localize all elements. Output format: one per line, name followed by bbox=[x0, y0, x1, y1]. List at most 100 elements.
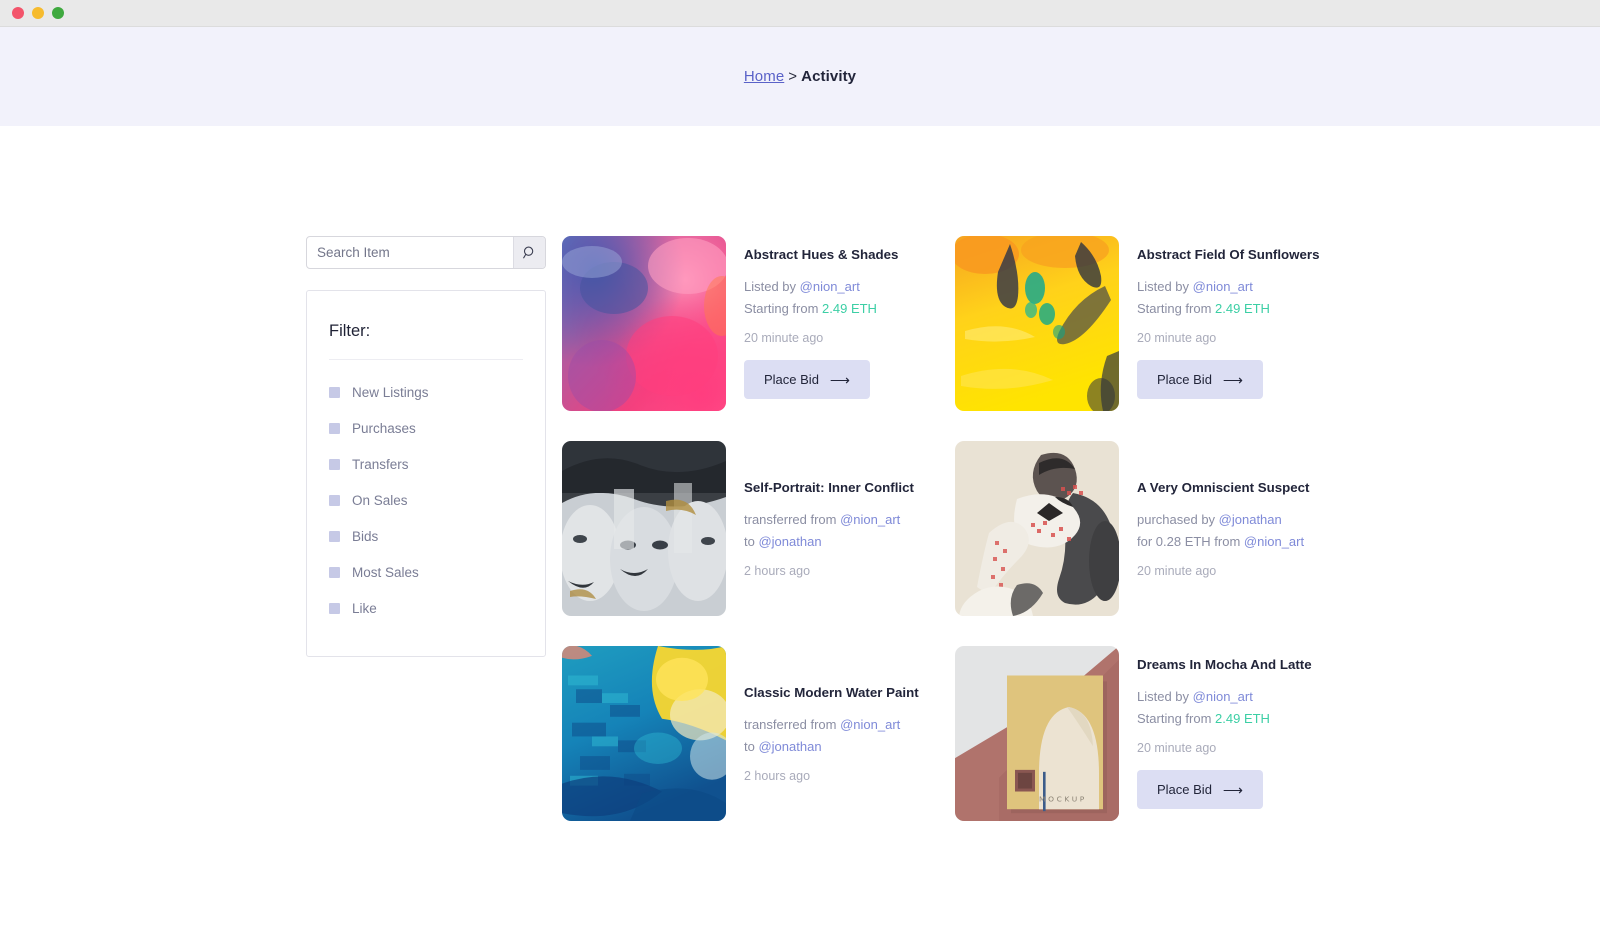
arrow-right-icon: ⟶ bbox=[1222, 781, 1243, 798]
activity-timestamp: 20 minute ago bbox=[1137, 741, 1217, 755]
activity-card-self-portrait-inner-conflict[interactable]: Self-Portrait: Inner Conflict transferre… bbox=[562, 441, 920, 616]
artwork-thumbnail-deco-dancer[interactable] bbox=[955, 441, 1119, 616]
place-bid-button[interactable]: Place Bid ⟶ bbox=[1137, 770, 1263, 809]
activity-card-price-line: Starting from 2.49 ETH bbox=[744, 301, 920, 316]
filter-item-label: Bids bbox=[352, 528, 379, 544]
filter-item-purchases[interactable]: Purchases bbox=[329, 410, 523, 446]
activity-card-price-line: Starting from 2.49 ETH bbox=[1137, 301, 1313, 316]
activity-card-listing-line: Listed by @nion_art bbox=[1137, 689, 1313, 704]
activity-card-body: Classic Modern Water Paint transferred f… bbox=[744, 685, 920, 783]
breadcrumb-home-link[interactable]: Home bbox=[744, 68, 784, 85]
filter-item-label: Purchases bbox=[352, 420, 416, 436]
activity-line-prefix: Starting from bbox=[744, 301, 823, 316]
checkbox-icon[interactable] bbox=[329, 494, 340, 506]
activity-timestamp: 20 minute ago bbox=[1137, 563, 1217, 578]
activity-card-title: Dreams In Mocha And Latte bbox=[1137, 657, 1312, 672]
arrow-right-icon: ⟶ bbox=[1222, 371, 1243, 388]
activity-card-price-line: Starting from 2.49 ETH bbox=[1137, 711, 1313, 726]
artwork-thumbnail-abstract-pink[interactable] bbox=[562, 236, 726, 411]
activity-line-prefix: for 0.28 ETH from bbox=[1137, 533, 1244, 549]
activity-card-title: Abstract Hues & Shades bbox=[744, 247, 899, 262]
activity-user-handle[interactable]: @nion_art bbox=[1193, 279, 1253, 294]
activity-card-a-very-omniscient-suspect[interactable]: A Very Omniscient Suspect purchased by @… bbox=[955, 441, 1313, 616]
checkbox-icon[interactable] bbox=[329, 422, 340, 434]
activity-card-title: A Very Omniscient Suspect bbox=[1137, 479, 1310, 495]
activity-timestamp: 20 minute ago bbox=[1137, 331, 1217, 345]
filter-item-bids[interactable]: Bids bbox=[329, 518, 523, 554]
filter-item-new-listings[interactable]: New Listings bbox=[329, 374, 523, 410]
filter-panel: Filter: New Listings Purchases Transfers bbox=[306, 290, 546, 657]
activity-timestamp: 2 hours ago bbox=[744, 563, 811, 578]
activity-row: Abstract Hues & Shades Listed by @nion_a… bbox=[562, 236, 1320, 411]
activity-card-classic-modern-water-paint[interactable]: Classic Modern Water Paint transferred f… bbox=[562, 646, 920, 821]
activity-row: Self-Portrait: Inner Conflict transferre… bbox=[562, 441, 1313, 616]
activity-user-handle[interactable]: @nion_art bbox=[840, 512, 900, 527]
activity-card-abstract-field-of-sunflowers[interactable]: Abstract Field Of Sunflowers Listed by @… bbox=[955, 236, 1320, 411]
activity-price-value: 2.49 ETH bbox=[1215, 301, 1270, 316]
filter-item-label: Transfers bbox=[352, 456, 409, 472]
breadcrumb-current: Activity bbox=[801, 68, 857, 85]
activity-line-prefix: to bbox=[744, 738, 759, 754]
activity-line-prefix: Listed by bbox=[744, 279, 800, 294]
arrow-right-icon: ⟶ bbox=[829, 371, 850, 388]
filter-item-most-sales[interactable]: Most Sales bbox=[329, 554, 523, 590]
activity-card-listing-line: Listed by @nion_art bbox=[744, 279, 920, 294]
artwork-thumbnail-mockup-poster[interactable]: MOCKUP bbox=[955, 646, 1119, 821]
activity-card-dreams-in-mocha-and-latte[interactable]: MOCKUP Dreams In Mocha And Latte Listed … bbox=[955, 646, 1313, 821]
activity-user-handle[interactable]: @nion_art bbox=[1193, 689, 1253, 704]
page-body: Filter: New Listings Purchases Transfers bbox=[0, 126, 1600, 927]
window-minimize-button[interactable] bbox=[32, 7, 44, 19]
checkbox-icon[interactable] bbox=[329, 530, 340, 542]
activity-card-transfer-from-line: transferred from @nion_art bbox=[744, 512, 920, 527]
filter-item-label: Most Sales bbox=[352, 564, 419, 580]
activity-line-prefix: purchased by bbox=[1137, 511, 1219, 527]
filter-item-on-sales[interactable]: On Sales bbox=[329, 482, 523, 518]
activity-line-prefix: Starting from bbox=[1137, 711, 1216, 726]
filter-item-transfers[interactable]: Transfers bbox=[329, 446, 523, 482]
filter-item-label: Like bbox=[352, 600, 377, 616]
activity-price-value: 2.49 ETH bbox=[1215, 711, 1270, 726]
search-submit-button[interactable] bbox=[513, 237, 545, 268]
place-bid-label: Place Bid bbox=[1157, 782, 1212, 797]
activity-user-handle[interactable]: @nion_art bbox=[1244, 534, 1304, 549]
search-bar bbox=[306, 236, 546, 269]
search-icon bbox=[523, 246, 536, 259]
activity-user-handle[interactable]: @jonathan bbox=[1219, 512, 1282, 527]
window-close-button[interactable] bbox=[12, 7, 24, 19]
activity-card-title: Self-Portrait: Inner Conflict bbox=[744, 479, 914, 495]
search-input[interactable] bbox=[307, 237, 513, 268]
activity-card-body: Self-Portrait: Inner Conflict transferre… bbox=[744, 480, 920, 578]
place-bid-label: Place Bid bbox=[764, 372, 819, 387]
activity-card-transfer-to-line: to @jonathan bbox=[744, 739, 920, 754]
filter-item-label: New Listings bbox=[352, 384, 429, 400]
activity-user-handle[interactable]: @jonathan bbox=[758, 534, 821, 549]
activity-card-transfer-to-line: to @jonathan bbox=[744, 534, 920, 549]
artwork-thumbnail-mono-faces[interactable] bbox=[562, 441, 726, 616]
activity-card-body: Dreams In Mocha And Latte Listed by @nio… bbox=[1137, 646, 1313, 809]
activity-user-handle[interactable]: @nion_art bbox=[800, 279, 860, 294]
filter-item-label: On Sales bbox=[352, 492, 408, 508]
place-bid-button[interactable]: Place Bid ⟶ bbox=[744, 360, 870, 399]
mockup-poster-text: MOCKUP bbox=[1039, 794, 1087, 803]
place-bid-button[interactable]: Place Bid ⟶ bbox=[1137, 360, 1263, 399]
activity-card-purchase-line: purchased by @jonathan bbox=[1137, 512, 1313, 527]
checkbox-icon[interactable] bbox=[329, 458, 340, 470]
activity-user-handle[interactable]: @jonathan bbox=[758, 739, 821, 754]
activity-card-body: Abstract Hues & Shades Listed by @nion_a… bbox=[744, 236, 920, 399]
activity-layout: Filter: New Listings Purchases Transfers bbox=[306, 236, 1320, 851]
activity-card-transfer-from-line: transferred from @nion_art bbox=[744, 717, 920, 732]
artwork-thumbnail-sunflowers[interactable] bbox=[955, 236, 1119, 411]
window-zoom-button[interactable] bbox=[52, 7, 64, 19]
activity-line-prefix: transferred from bbox=[744, 511, 841, 527]
checkbox-icon[interactable] bbox=[329, 386, 340, 398]
checkbox-icon[interactable] bbox=[329, 602, 340, 614]
filter-item-like[interactable]: Like bbox=[329, 590, 523, 626]
artwork-thumbnail-blue-water[interactable] bbox=[562, 646, 726, 821]
activity-card-abstract-hues-and-shades[interactable]: Abstract Hues & Shades Listed by @nion_a… bbox=[562, 236, 920, 411]
activity-grid: Abstract Hues & Shades Listed by @nion_a… bbox=[562, 236, 1320, 851]
breadcrumb-band: Home > Activity bbox=[0, 27, 1600, 126]
activity-user-handle[interactable]: @nion_art bbox=[840, 717, 900, 732]
activity-card-body: A Very Omniscient Suspect purchased by @… bbox=[1137, 480, 1313, 578]
checkbox-icon[interactable] bbox=[329, 566, 340, 578]
filter-sidebar: Filter: New Listings Purchases Transfers bbox=[306, 236, 546, 851]
